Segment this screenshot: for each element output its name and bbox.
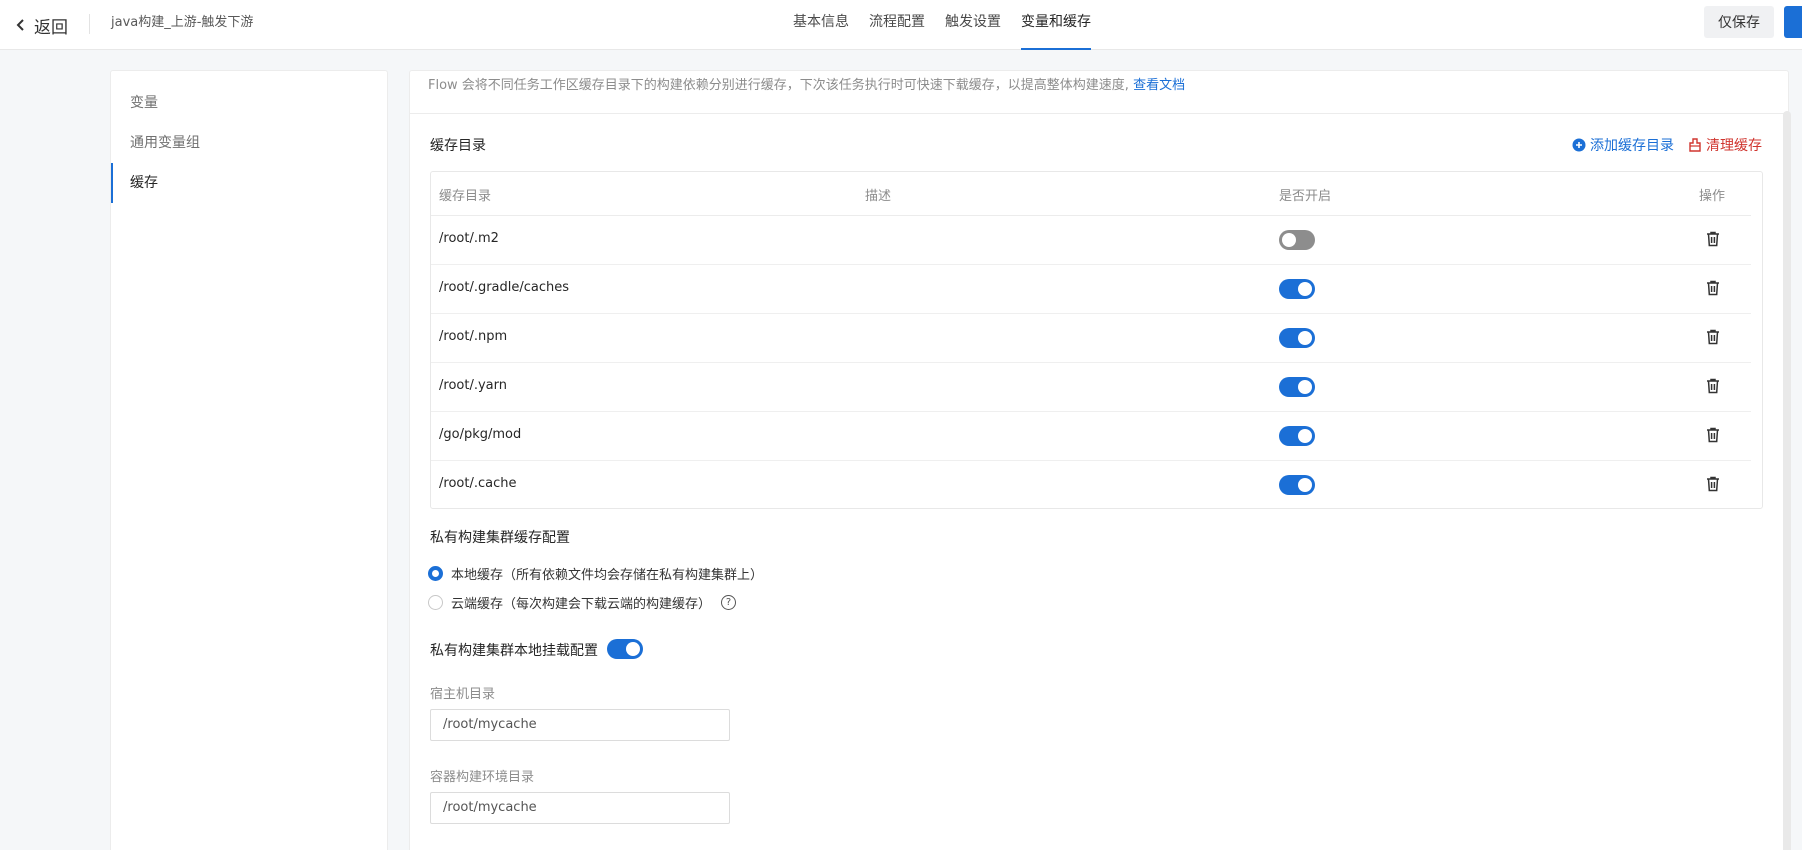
primary-action-button[interactable] [1784,6,1802,38]
table-row: /root/.m2 [431,216,1751,265]
cache-dir-cell: /root/.cache [439,476,517,491]
tab-nav: 基本信息 流程配置 触发设置 变量和缓存 [783,0,1101,50]
cache-dir-cell: /root/.yarn [439,378,507,393]
host-dir-input[interactable]: /root/mycache [430,709,730,741]
cache-dir-cell: /root/.npm [439,329,508,344]
main-panel: Flow 会将不同任务工作区缓存目录下的构建依赖分别进行缓存，下次该任务执行时可… [409,70,1791,850]
radio-cloud-cache[interactable]: 云端缓存（每次构建会下载云端的构建缓存） ? [428,593,737,612]
delete-trash-icon[interactable] [1704,426,1722,444]
host-dir-label: 宿主机目录 [430,687,496,702]
container-dir-input[interactable]: /root/mycache [430,792,730,824]
sidebar-item-variable-groups[interactable]: 通用变量组 [111,123,387,163]
delete-trash-icon[interactable] [1704,230,1722,248]
cache-enabled-toggle[interactable] [1279,475,1315,495]
clear-cache-button[interactable]: 清理缓存 [1688,135,1762,155]
table-row: /root/.cache [431,461,1751,510]
cache-dir-cell: /root/.gradle/caches [439,280,570,295]
delete-trash-icon[interactable] [1704,377,1722,395]
cache-enabled-toggle[interactable] [1279,279,1315,299]
table-row: /root/.gradle/caches [431,265,1751,314]
delete-trash-icon[interactable] [1704,279,1722,297]
table-header: 缓存目录 描述 是否开启 操作 [431,172,1751,216]
view-docs-link[interactable]: 查看文档 [1133,78,1185,93]
table-row: /go/pkg/mod [431,412,1751,461]
add-cache-dir-label: 添加缓存目录 [1590,138,1674,154]
col-description: 描述 [865,189,892,204]
col-actions: 操作 [1699,189,1726,204]
sidebar-item-variables[interactable]: 变量 [111,83,387,123]
cache-notice: Flow 会将不同任务工作区缓存目录下的构建依赖分别进行缓存，下次该任务执行时可… [410,71,1788,114]
cache-enabled-toggle[interactable] [1279,377,1315,397]
radio-checked-icon [428,566,443,581]
save-only-button[interactable]: 仅保存 [1704,6,1774,38]
cache-enabled-toggle[interactable] [1279,426,1315,446]
tab-trigger-settings[interactable]: 触发设置 [935,0,1011,50]
cache-table: 缓存目录 描述 是否开启 操作 /root/.m2/root/.gradle/c… [430,171,1763,509]
add-cache-dir-button[interactable]: 添加缓存目录 [1572,135,1674,155]
col-cache-dir: 缓存目录 [439,189,492,204]
col-enabled: 是否开启 [1279,189,1332,204]
tab-flow-config[interactable]: 流程配置 [859,0,935,50]
local-mount-toggle[interactable] [607,639,643,659]
cache-dir-cell: /go/pkg/mod [439,427,522,442]
cache-enabled-toggle[interactable] [1279,230,1315,250]
add-circle-icon [1572,138,1586,152]
delete-trash-icon[interactable] [1704,475,1722,493]
local-mount-title: 私有构建集群本地挂载配置 [430,643,598,659]
cache-enabled-toggle[interactable] [1279,328,1315,348]
radio-local-label: 本地缓存（所有依赖文件均会存储在私有构建集群上） [451,568,764,583]
table-row: /root/.npm [431,314,1751,363]
radio-unchecked-icon [428,595,443,610]
clear-brush-icon [1689,138,1701,152]
scrollbar[interactable] [1783,111,1791,850]
tab-basic-info[interactable]: 基本信息 [783,0,859,50]
sidebar-item-cache[interactable]: 缓存 [111,163,387,203]
radio-local-cache[interactable]: 本地缓存（所有依赖文件均会存储在私有构建集群上） [428,564,763,583]
clear-cache-label: 清理缓存 [1706,138,1762,154]
sidebar: 变量 通用变量组 缓存 [110,70,388,850]
back-label: 返回 [34,17,68,38]
radio-cloud-label: 云端缓存（每次构建会下载云端的构建缓存） [451,597,712,612]
divider [89,14,90,34]
pipeline-name: java构建_上游-触发下游 [111,15,254,30]
cache-actions: 添加缓存目录 清理缓存 [1572,135,1762,155]
cache-dir-cell: /root/.m2 [439,231,499,246]
notice-text: Flow 会将不同任务工作区缓存目录下的构建依赖分别进行缓存，下次该任务执行时可… [428,78,1129,93]
delete-trash-icon[interactable] [1704,328,1722,346]
tab-variables-cache[interactable]: 变量和缓存 [1011,0,1101,50]
top-bar: 返回 java构建_上游-触发下游 基本信息 流程配置 触发设置 变量和缓存 仅… [0,0,1802,50]
private-cluster-title: 私有构建集群缓存配置 [430,530,570,546]
cache-section-title: 缓存目录 [430,138,486,154]
back-button[interactable]: 返回 [14,12,68,38]
table-row: /root/.yarn [431,363,1751,412]
help-icon[interactable]: ? [721,595,737,610]
chevron-left-icon [16,19,24,31]
container-dir-label: 容器构建环境目录 [430,770,535,785]
